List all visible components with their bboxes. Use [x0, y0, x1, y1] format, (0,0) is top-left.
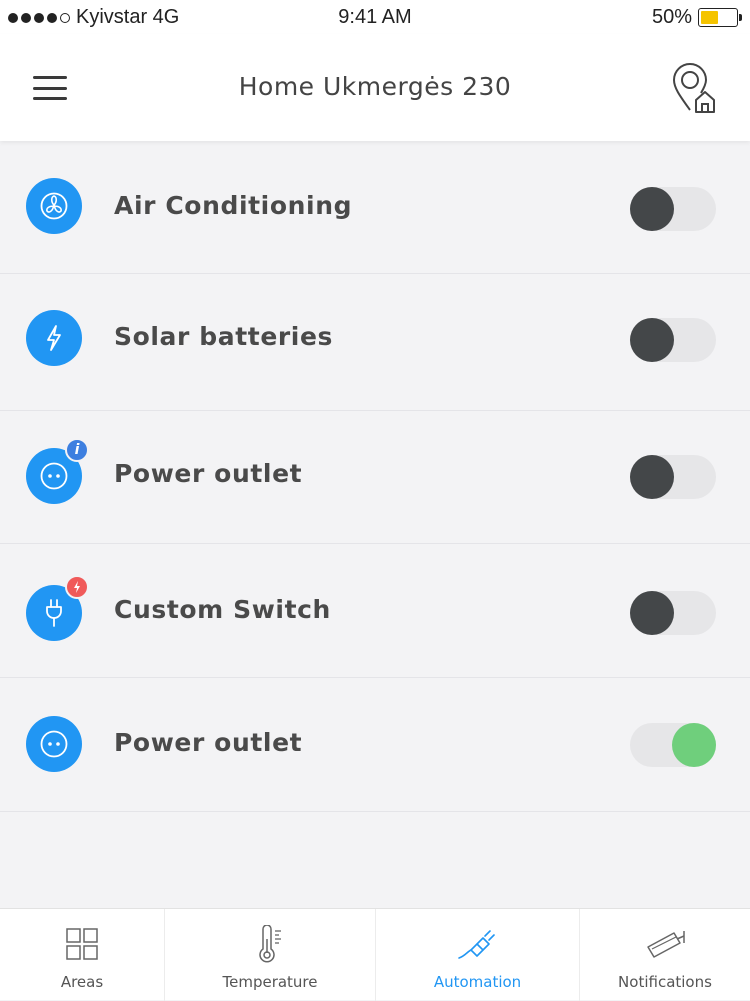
device-toggle[interactable] — [630, 187, 716, 231]
info-icon: i — [65, 438, 89, 462]
lightning-icon — [26, 310, 82, 366]
device-toggle[interactable] — [630, 591, 716, 635]
toggle-knob — [630, 455, 674, 499]
security-camera-icon — [644, 925, 686, 963]
toggle-knob — [630, 591, 674, 635]
grid-icon — [65, 925, 99, 963]
device-label: Power outlet — [114, 728, 303, 757]
device-toggle[interactable] — [630, 723, 716, 767]
alert-lightning-icon — [65, 575, 89, 599]
list-item: Custom Switch — [0, 544, 750, 678]
device-label: Solar batteries — [114, 322, 334, 351]
status-right: 50% — [651, 6, 742, 29]
tab-notifications[interactable]: Notifications — [580, 909, 750, 1001]
fan-icon — [26, 178, 82, 234]
device-list: Air Conditioning Solar batteries i Power… — [0, 141, 750, 812]
list-item: Air Conditioning — [0, 141, 750, 274]
status-bar: Kyivstar 4G 9:41 AM 50% — [0, 0, 750, 34]
location-pin-home-icon[interactable] — [670, 62, 720, 114]
tab-bar: Areas Temperature Automation Notificatio… — [0, 908, 750, 1001]
power-outlet-icon — [26, 716, 82, 772]
page-title: Home Ukmergės 230 — [238, 72, 512, 101]
tab-areas[interactable]: Areas — [0, 909, 165, 1001]
tab-label: Automation — [433, 973, 522, 991]
device-toggle[interactable] — [630, 318, 716, 362]
battery-percent: 50% — [651, 6, 692, 28]
list-item: i Power outlet — [0, 411, 750, 544]
device-toggle[interactable] — [630, 455, 716, 499]
tab-label: Areas — [60, 973, 104, 991]
battery-icon — [698, 8, 742, 27]
plug-icon — [457, 925, 499, 963]
tab-label: Temperature — [222, 973, 318, 991]
tab-temperature[interactable]: Temperature — [165, 909, 376, 1001]
toggle-knob — [630, 318, 674, 362]
device-label: Air Conditioning — [114, 191, 353, 220]
list-item: Power outlet — [0, 678, 750, 812]
toggle-knob — [630, 187, 674, 231]
device-label: Custom Switch — [114, 595, 331, 624]
status-time: 9:41 AM — [338, 6, 412, 28]
tab-automation[interactable]: Automation — [376, 909, 580, 1001]
battery-fill — [701, 11, 718, 24]
thermometer-icon — [255, 925, 285, 963]
app-header: Home Ukmergės 230 — [0, 34, 750, 141]
tab-label: Notifications — [618, 973, 712, 991]
toggle-knob — [672, 723, 716, 767]
device-label: Power outlet — [114, 459, 303, 488]
list-item: Solar batteries — [0, 274, 750, 411]
